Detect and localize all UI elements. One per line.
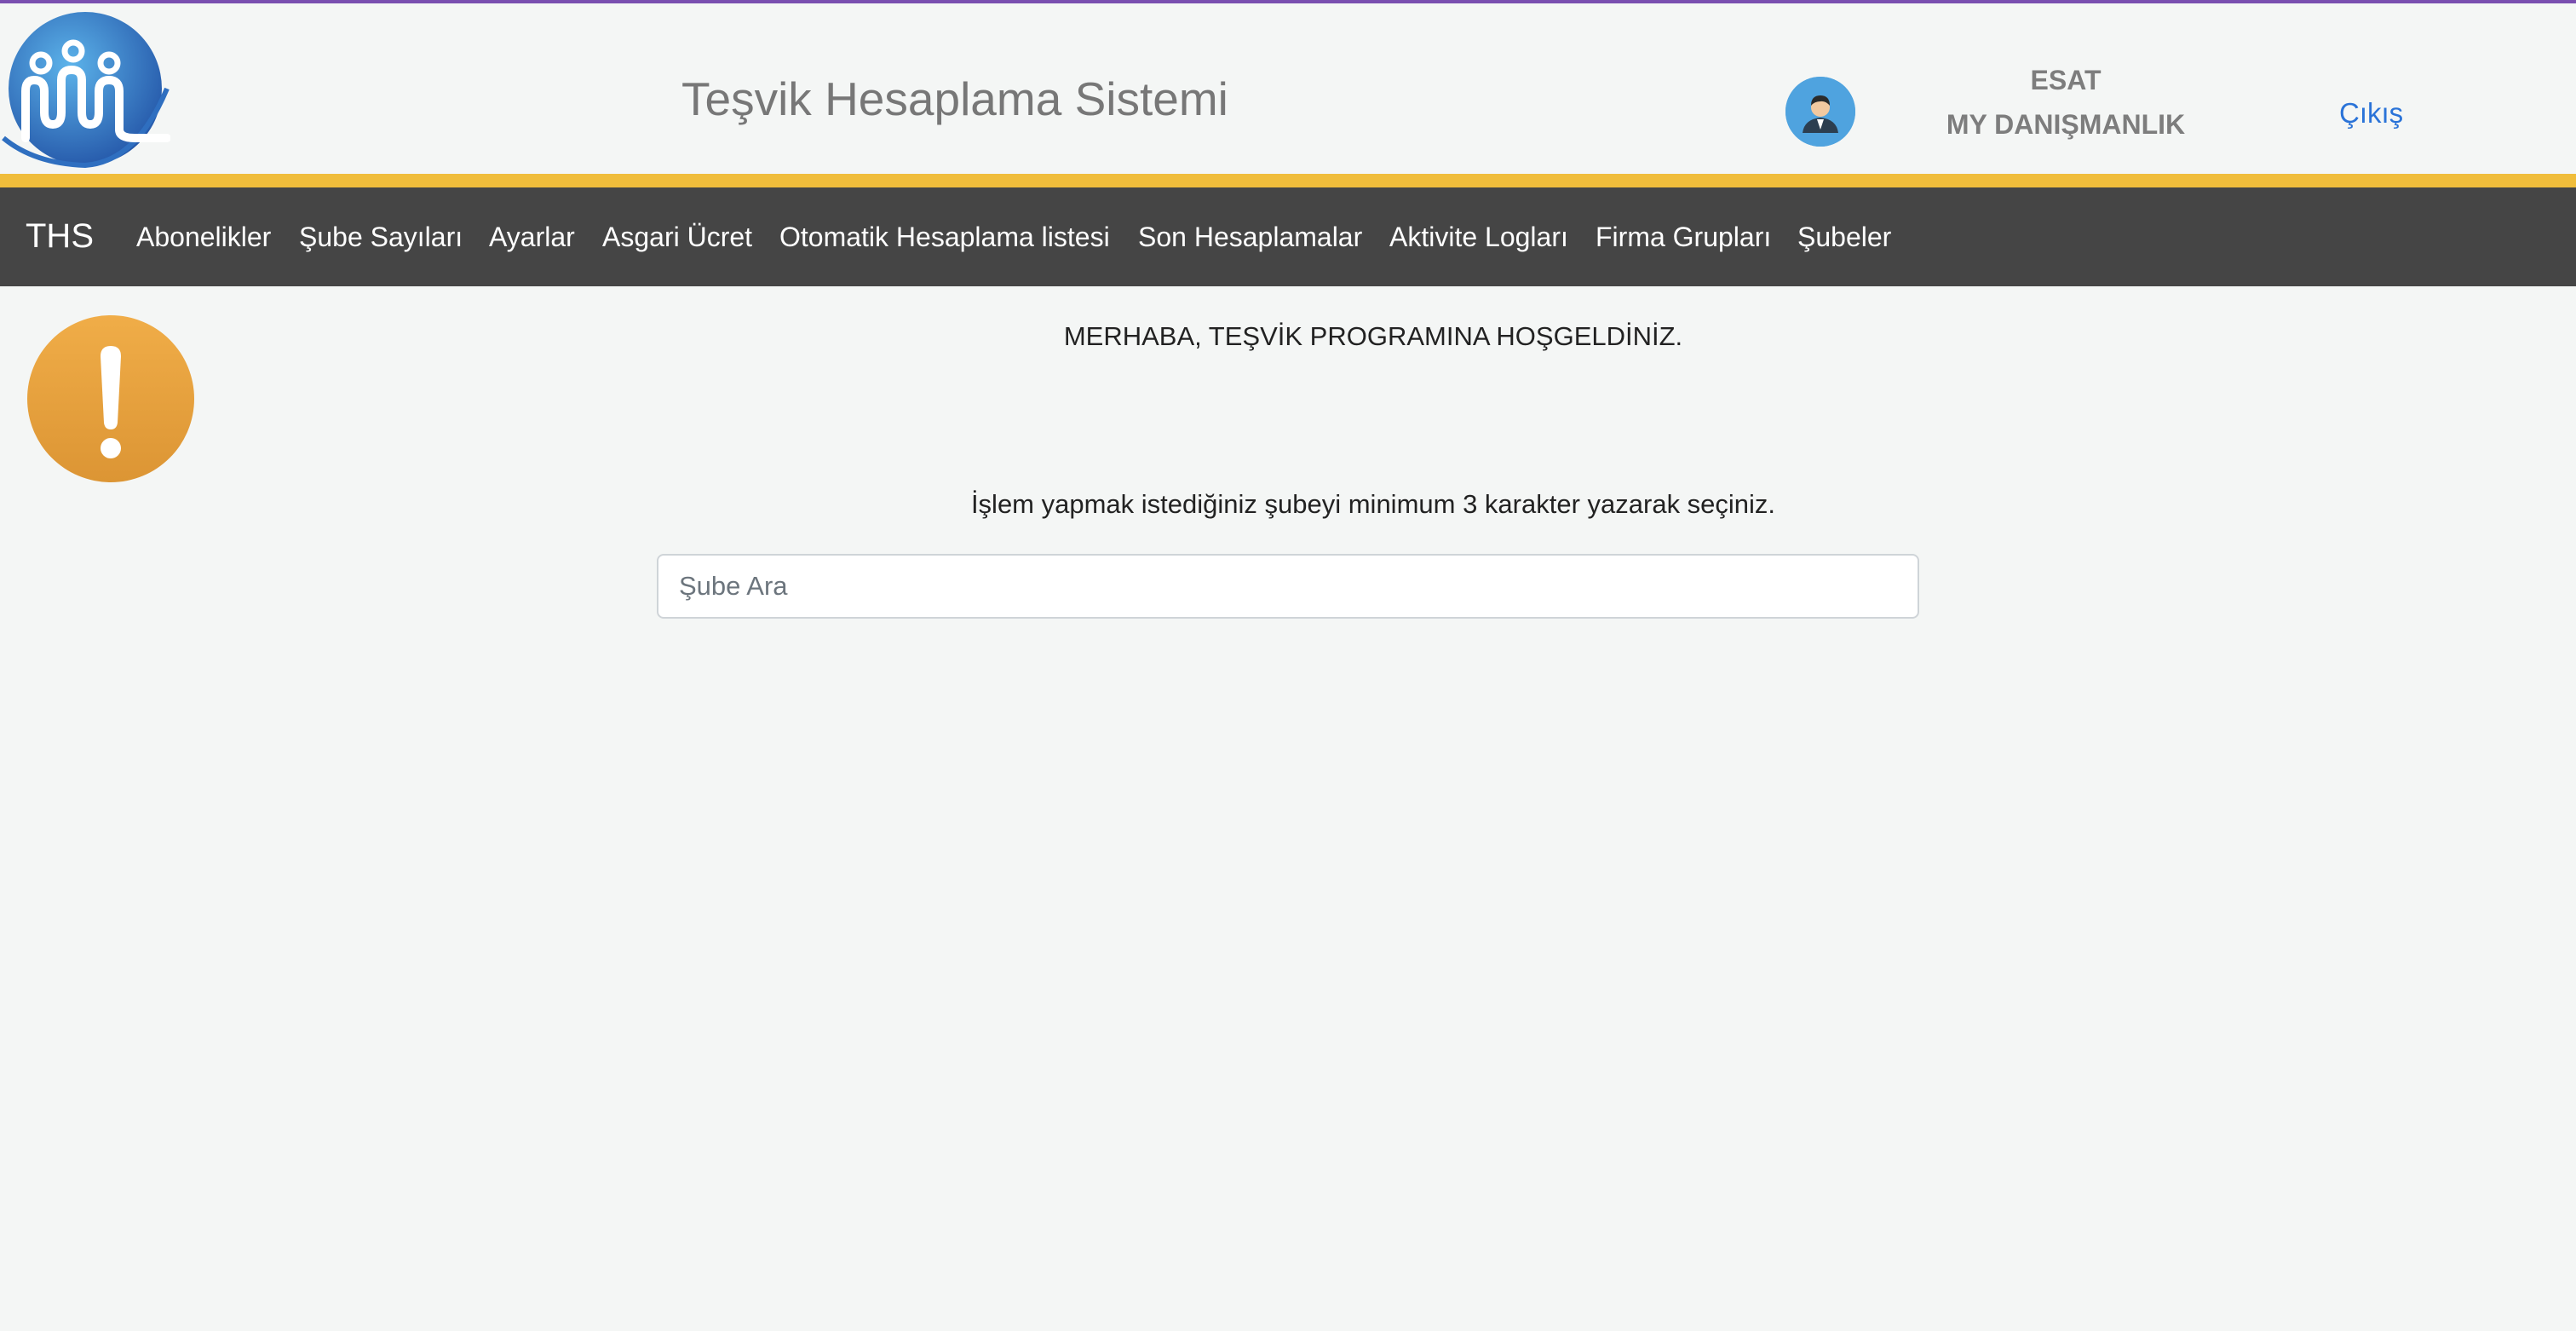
- header: Teşvik Hesaplama Sistemi ESAT MY DANIŞMA…: [0, 3, 2576, 174]
- nav-item-otomatik-hesaplama-listesi[interactable]: Otomatik Hesaplama listesi: [779, 222, 1110, 253]
- user-company: MY DANIŞMANLIK: [1946, 109, 2186, 140]
- nav-item-abonelikler[interactable]: Abonelikler: [136, 222, 271, 253]
- logout-link[interactable]: Çıkış: [2339, 97, 2403, 130]
- welcome-message: MERHABA, TEŞVİK PROGRAMINA HOŞGELDİNİZ.: [1063, 321, 1683, 351]
- nav-item-aktivite-loglari[interactable]: Aktivite Logları: [1389, 222, 1568, 253]
- accent-bar: [0, 174, 2576, 187]
- nav-item-ayarlar[interactable]: Ayarlar: [489, 222, 575, 253]
- branch-search-input[interactable]: [657, 554, 1919, 619]
- nav-item-son-hesaplamalar[interactable]: Son Hesaplamalar: [1138, 222, 1362, 253]
- user-avatar-icon: [1785, 77, 1855, 147]
- app-logo-icon[interactable]: [0, 10, 170, 169]
- user-name: ESAT: [2030, 65, 2102, 95]
- main-navbar: THS Abonelikler Şube Sayıları Ayarlar As…: [0, 187, 2576, 286]
- nav-item-asgari-ucret[interactable]: Asgari Ücret: [602, 222, 752, 253]
- nav-item-firma-gruplari[interactable]: Firma Grupları: [1596, 222, 1771, 253]
- branch-instruction: İşlem yapmak istediğiniz şubeyi minimum …: [970, 489, 1776, 519]
- nav-item-subeler[interactable]: Şubeler: [1797, 222, 1891, 253]
- app-title: Teşvik Hesaplama Sistemi: [681, 72, 1228, 125]
- nav-item-sube-sayilari[interactable]: Şube Sayıları: [299, 222, 463, 253]
- navbar-brand[interactable]: THS: [26, 217, 94, 256]
